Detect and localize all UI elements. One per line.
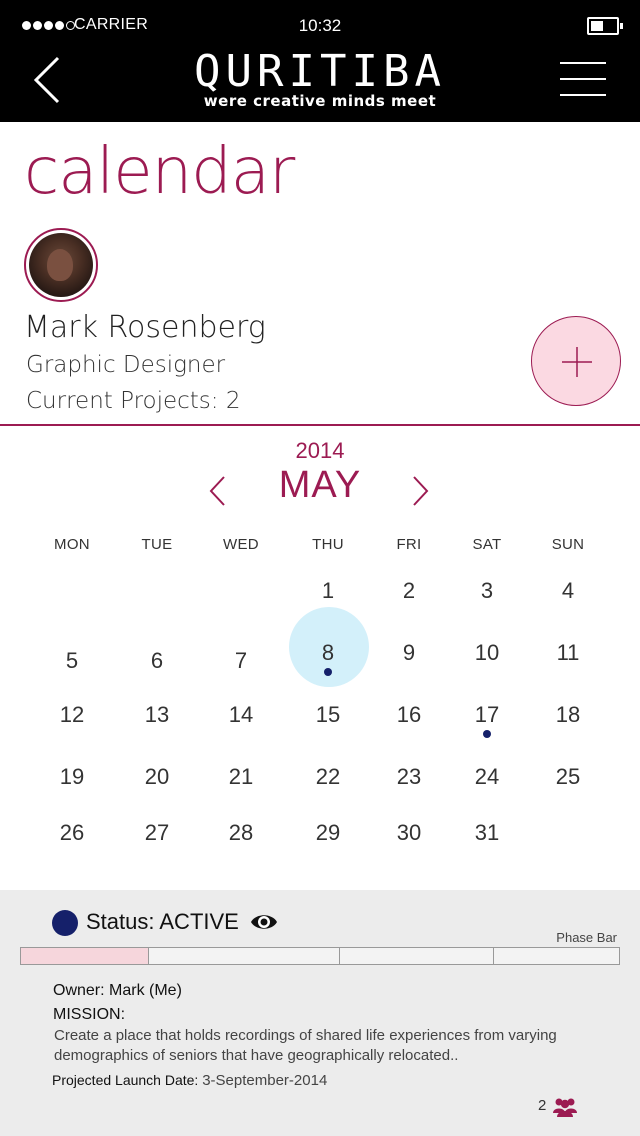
status-indicator-dot — [52, 910, 78, 936]
calendar-day-23[interactable]: 23 — [379, 764, 439, 790]
menu-button[interactable] — [560, 62, 606, 96]
weekday-mon: MON — [54, 536, 90, 553]
current-projects: Current Projects: 2 — [26, 388, 241, 414]
phase-segment-3[interactable] — [340, 948, 494, 964]
page-title: calendar — [24, 135, 295, 209]
calendar-day-7[interactable]: 7 — [211, 648, 271, 674]
calendar-day-12[interactable]: 12 — [42, 702, 102, 728]
calendar-day-15[interactable]: 15 — [298, 702, 358, 728]
calendar-day-22[interactable]: 22 — [298, 764, 358, 790]
calendar-day-25[interactable]: 25 — [538, 764, 598, 790]
plus-icon — [562, 347, 592, 377]
project-owner: Owner: Mark (Me) — [53, 982, 182, 999]
divider — [0, 424, 640, 426]
calendar-day-8[interactable]: 8 — [298, 640, 358, 666]
calendar-day-10[interactable]: 10 — [457, 640, 517, 666]
calendar-day-19[interactable]: 19 — [42, 764, 102, 790]
calendar-day-5[interactable]: 5 — [42, 648, 102, 674]
calendar-day-26[interactable]: 26 — [42, 820, 102, 846]
calendar-day-3[interactable]: 3 — [457, 578, 517, 604]
calendar-day-18[interactable]: 18 — [538, 702, 598, 728]
calendar-day-11[interactable]: 11 — [538, 640, 598, 666]
weekday-wed: WED — [223, 536, 259, 553]
calendar-day-21[interactable]: 21 — [211, 764, 271, 790]
calendar-day-30[interactable]: 30 — [379, 820, 439, 846]
weekday-thu: THU — [312, 536, 344, 553]
chevron-right-icon — [413, 476, 429, 506]
launch-date-value: 3-September-2014 — [202, 1072, 328, 1089]
calendar-day-16[interactable]: 16 — [379, 702, 439, 728]
logo-tagline: were creative minds meet — [203, 92, 437, 110]
calendar-month: MAY — [278, 464, 362, 506]
calendar-day-1[interactable]: 1 — [298, 578, 358, 604]
mission-label: MISSION: — [53, 1006, 126, 1023]
calendar-day-9[interactable]: 9 — [379, 640, 439, 666]
event-dot-8 — [324, 668, 332, 676]
calendar-year: 2014 — [295, 438, 345, 463]
weekday-sat: SAT — [472, 536, 502, 553]
phase-segment-1[interactable] — [21, 948, 149, 964]
calendar-day-14[interactable]: 14 — [211, 702, 271, 728]
calendar-day-29[interactable]: 29 — [298, 820, 358, 846]
clock: 10:32 — [298, 16, 342, 35]
avatar[interactable] — [24, 228, 98, 302]
add-event-button[interactable] — [531, 316, 621, 406]
calendar-day-13[interactable]: 13 — [127, 702, 187, 728]
next-month-button[interactable] — [408, 474, 432, 508]
hamburger-menu-icon — [560, 62, 606, 96]
calendar-day-6[interactable]: 6 — [127, 648, 187, 674]
weekday-sun: SUN — [551, 536, 585, 553]
mission-text: Create a place that holds recordings of … — [54, 1027, 557, 1064]
chevron-left-icon — [209, 476, 225, 506]
weekday-fri: FRI — [396, 536, 422, 553]
calendar-day-27[interactable]: 27 — [127, 820, 187, 846]
eye-icon[interactable] — [250, 911, 278, 938]
members-count: 2 — [538, 1097, 547, 1114]
phase-bar-label: Phase Bar — [556, 930, 617, 945]
top-bar: CARRIER 10:32 QURITIBA were creative min… — [0, 0, 640, 122]
calendar-day-4[interactable]: 4 — [538, 578, 598, 604]
calendar-day-20[interactable]: 20 — [127, 764, 187, 790]
launch-date: Projected Launch Date: 3-September-2014 — [52, 1072, 327, 1089]
previous-month-button[interactable] — [206, 474, 230, 508]
phase-segment-2[interactable] — [149, 948, 340, 964]
user-role: Graphic Designer — [26, 352, 226, 378]
project-status: Status: ACTIVE — [86, 909, 239, 934]
user-name: Mark Rosenberg — [24, 310, 266, 345]
event-dot-17 — [483, 730, 491, 738]
calendar-day-24[interactable]: 24 — [457, 764, 517, 790]
status-bar: CARRIER 10:32 — [0, 0, 640, 50]
app-logo[interactable]: QURITIBA were creative minds meet — [0, 46, 640, 110]
phase-bar — [20, 947, 620, 965]
users-group-icon[interactable] — [552, 1096, 578, 1123]
calendar-day-28[interactable]: 28 — [211, 820, 271, 846]
battery-icon — [587, 17, 623, 35]
phase-segment-4[interactable] — [494, 948, 619, 964]
calendar-day-2[interactable]: 2 — [379, 578, 439, 604]
calendar-day-17[interactable]: 17 — [457, 702, 517, 728]
weekday-tue: TUE — [141, 536, 173, 553]
logo-title: QURITIBA — [194, 46, 446, 97]
calendar-day-31[interactable]: 31 — [457, 820, 517, 846]
launch-date-label: Projected Launch Date: — [52, 1072, 199, 1088]
